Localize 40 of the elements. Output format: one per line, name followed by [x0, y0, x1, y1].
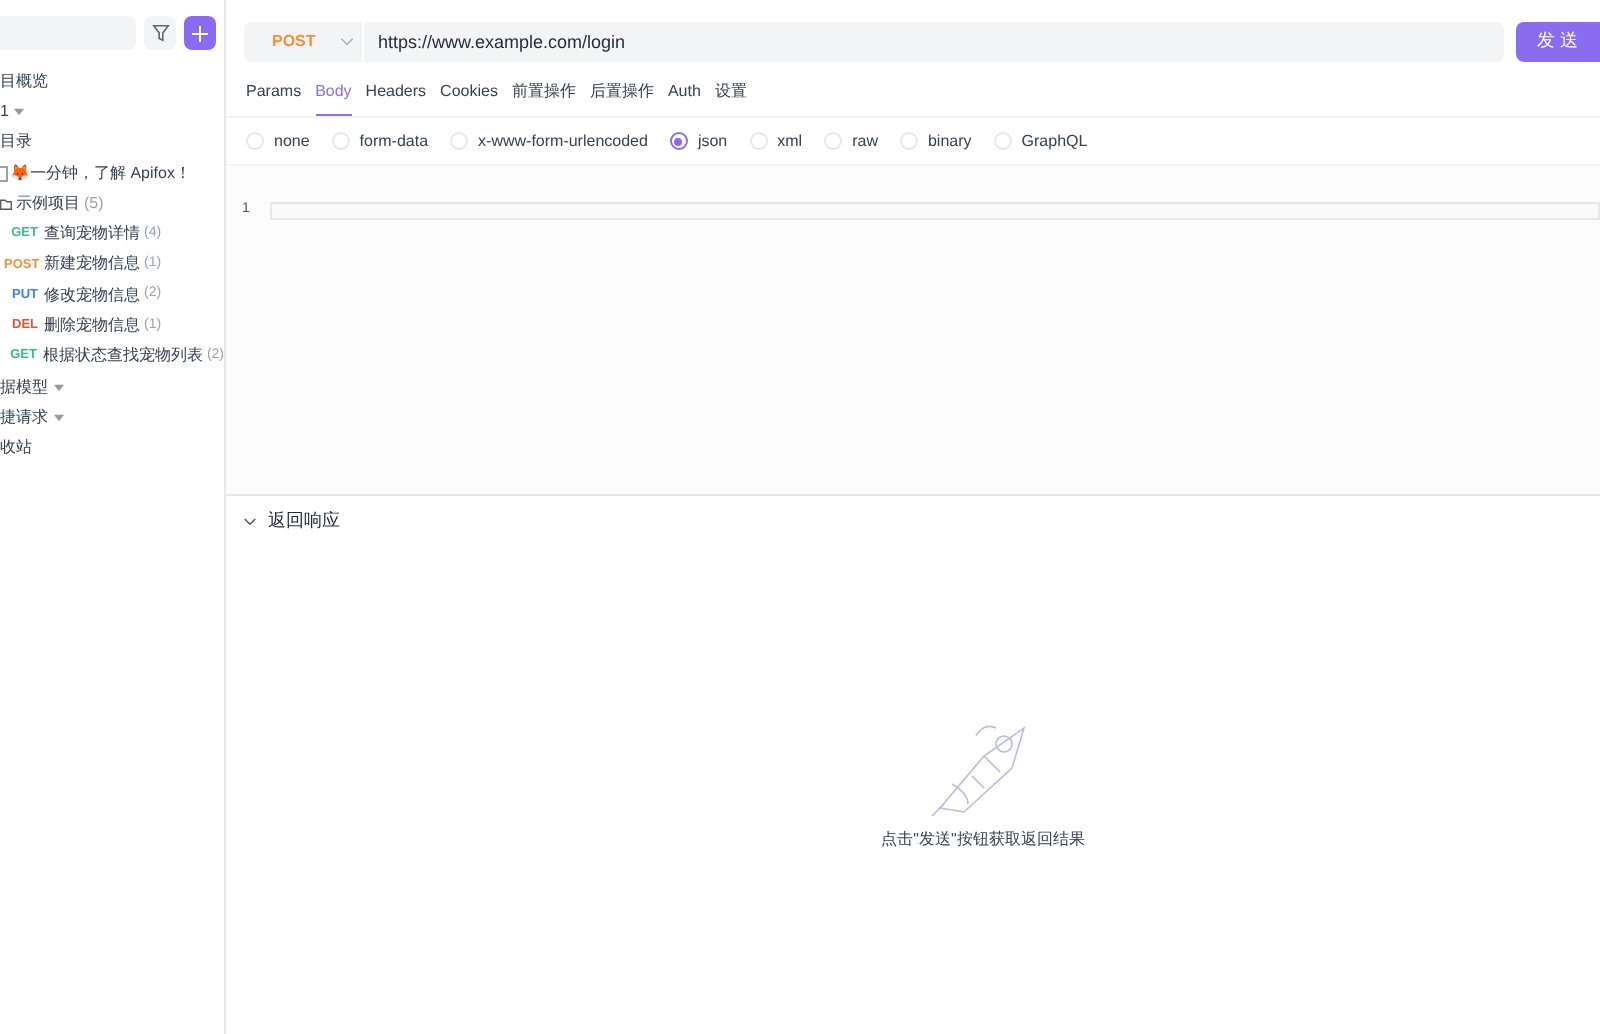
- chevron-down-icon: [340, 38, 354, 46]
- document-icon: [0, 165, 8, 182]
- radio-label: xml: [777, 129, 803, 153]
- tab[interactable]: Cookies: [440, 80, 498, 116]
- radio-button[interactable]: [669, 132, 688, 150]
- sidebar-item[interactable]: 🦊一分钟，了解 Apifox！: [0, 157, 224, 189]
- tab[interactable]: Body: [315, 80, 352, 116]
- sidebar-item[interactable]: 捷请求: [0, 402, 224, 434]
- empty-message: 点击"发送"按钮获取返回结果: [881, 827, 1085, 851]
- sidebar-item[interactable]: 收站: [0, 433, 224, 464]
- send-button[interactable]: 发 送: [1516, 22, 1600, 62]
- url-field[interactable]: https://www.example.com/login: [364, 22, 1504, 62]
- radio-label: none: [274, 129, 310, 153]
- sidebar-item[interactable]: 示例项目 (5): [0, 188, 224, 219]
- tab[interactable]: Headers: [365, 80, 427, 116]
- radio-label: binary: [927, 129, 972, 153]
- caret-icon: [54, 413, 64, 422]
- radio-label: json: [697, 129, 728, 153]
- radio-label: raw: [852, 129, 878, 153]
- plus-icon: [192, 25, 208, 41]
- caret-icon: [14, 107, 25, 116]
- tab[interactable]: 后置操作: [589, 80, 654, 116]
- sidebar-item[interactable]: 据模型: [0, 371, 224, 403]
- radio-label: form-data: [359, 129, 429, 153]
- caret-icon: [54, 383, 64, 392]
- chevron-down-icon[interactable]: [244, 517, 256, 526]
- filter-icon: [151, 24, 169, 42]
- radio-label: x-www-form-urlencoded: [478, 129, 648, 153]
- filter-button[interactable]: [144, 16, 176, 50]
- section-title: 返回响应: [268, 508, 340, 534]
- tab[interactable]: 设置: [714, 80, 747, 116]
- radio-label: GraphQL: [1021, 129, 1088, 153]
- tab[interactable]: Params: [246, 80, 302, 116]
- sidebar-item[interactable]: 目概览: [0, 66, 224, 97]
- sidebar-item[interactable]: 1: [0, 96, 224, 128]
- tab[interactable]: 前置操作: [511, 80, 576, 116]
- sidebar-item[interactable]: 目录: [0, 127, 224, 158]
- tab[interactable]: Auth: [667, 80, 701, 116]
- add-button[interactable]: [184, 16, 216, 50]
- folder-icon: [0, 197, 12, 210]
